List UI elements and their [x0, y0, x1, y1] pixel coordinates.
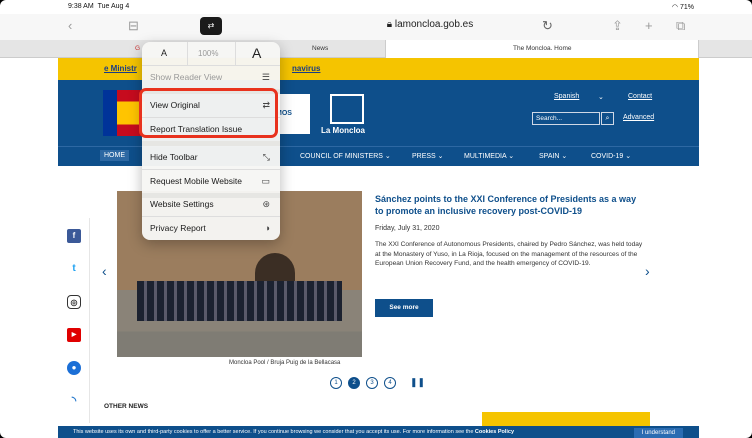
language-select[interactable]: Spanish	[554, 93, 579, 100]
nav-home[interactable]: HOME	[100, 150, 129, 161]
reload-icon[interactable]: ↻	[542, 18, 553, 34]
group-photo-people	[137, 281, 342, 321]
ipad-screen: 9:38 AM Tue Aug 4 ◠ 71% ‹ ⊟ ⇄ 🔒︎ lamoncl…	[0, 0, 752, 438]
contact-link[interactable]: Contact	[628, 93, 652, 100]
lock-icon: 🔒︎	[386, 19, 393, 30]
page-menu-popover: A 100% A Show Reader View ☰ View Origina…	[142, 42, 280, 240]
search-icon[interactable]: ⌕	[601, 112, 614, 125]
wifi-icon: ◠	[671, 4, 679, 11]
understand-button[interactable]: I understand	[633, 428, 683, 438]
nav-council-of-ministers[interactable]: COUNCIL OF MINISTERS ⌄	[300, 152, 391, 160]
facebook-icon[interactable]: f	[67, 229, 81, 243]
decrease-font-button[interactable]: A	[161, 48, 167, 58]
carousel-next-arrow[interactable]: ›	[645, 263, 650, 279]
social-sidebar: f t ◎ ▶ ● ◝	[58, 218, 90, 423]
reader-view-icon: ☰	[261, 72, 270, 82]
site-name[interactable]: La Moncloa	[321, 126, 365, 135]
moncloa-building-icon[interactable]	[330, 94, 364, 124]
rss-icon[interactable]: ◝	[67, 394, 81, 408]
browser-toolbar: ‹ ⊟ ⇄ 🔒︎ lamoncloa.gob.es ↻ ⇪ + ⧉	[0, 14, 752, 40]
cookie-text: This website uses its own and third-part…	[73, 429, 474, 435]
pager-dot-3[interactable]: 3	[366, 377, 378, 389]
bookmarks-icon[interactable]: ⊟	[128, 18, 139, 34]
tab-news[interactable]: News	[312, 40, 328, 58]
nav-spain[interactable]: SPAIN ⌄	[539, 152, 567, 160]
see-more-button[interactable]: See more	[375, 299, 433, 317]
cookie-banner: This website uses its own and third-part…	[58, 426, 699, 438]
instagram-icon[interactable]: ◎	[67, 295, 81, 309]
translation-options-highlight	[139, 88, 278, 138]
news-date: Friday, July 31, 2020	[375, 225, 440, 232]
back-icon[interactable]: ‹	[68, 18, 72, 33]
promo-banner[interactable]	[482, 412, 650, 426]
banner-text-left[interactable]: e Ministr	[104, 58, 137, 80]
flickr-icon[interactable]: ●	[67, 361, 81, 375]
cookies-policy-link[interactable]: Cookies Policy	[475, 429, 514, 435]
tab-bar: G News The Moncloa. Home	[0, 40, 752, 58]
website-settings-item[interactable]: Website Settings ⊛	[142, 193, 280, 216]
pager-dot-1[interactable]: 1	[330, 377, 342, 389]
settings-icon: ⊛	[262, 199, 270, 209]
battery-indicator: ◠ 71%	[671, 4, 694, 11]
photo-caption: Moncloa Pool / Bruja Puig de la Bellacas…	[229, 360, 341, 366]
translate-icon: ⇄	[207, 21, 215, 30]
hide-toolbar-item[interactable]: Hide Toolbar ⤡	[142, 146, 280, 169]
new-tab-icon[interactable]: +	[645, 18, 653, 33]
tab-moncloa-home[interactable]: The Moncloa. Home	[385, 40, 699, 58]
news-headline[interactable]: Sánchez points to the XXI Conference of …	[375, 193, 645, 217]
tabs-overview-icon[interactable]: ⧉	[676, 18, 685, 34]
status-time: 9:38 AM Tue Aug 4	[68, 3, 130, 10]
request-mobile-website-item[interactable]: Request Mobile Website ▭	[142, 170, 280, 193]
show-reader-view-item[interactable]: Show Reader View ☰	[142, 66, 280, 89]
eu-flag	[103, 90, 117, 136]
translate-button[interactable]: ⇄	[200, 17, 222, 35]
twitter-icon[interactable]: t	[67, 262, 81, 276]
font-zoom-level: 100%	[198, 49, 219, 58]
tab-g[interactable]: G	[135, 40, 140, 58]
advanced-search-link[interactable]: Advanced	[623, 114, 654, 121]
news-body: The XXI Conference of Autonomous Preside…	[375, 241, 643, 267]
increase-font-button[interactable]: A	[252, 45, 261, 61]
nav-press[interactable]: PRESS ⌄	[412, 152, 444, 160]
youtube-icon[interactable]: ▶	[67, 328, 81, 342]
carousel-prev-arrow[interactable]: ‹	[102, 263, 107, 279]
share-icon[interactable]: ⇪	[612, 18, 623, 34]
chevron-down-icon[interactable]: ⌄	[598, 93, 604, 101]
font-size-row: A 100% A	[142, 42, 280, 66]
status-bar: 9:38 AM Tue Aug 4 ◠ 71%	[0, 0, 752, 14]
address-bar[interactable]: 🔒︎ lamoncloa.gob.es	[300, 19, 560, 35]
privacy-report-item[interactable]: Privacy Report ◑	[142, 217, 280, 240]
privacy-shield-icon: ◑	[264, 223, 270, 233]
banner-text-right[interactable]: navirus	[292, 58, 320, 80]
pager-dot-4[interactable]: 4	[384, 377, 396, 389]
pause-icon[interactable]: ❚❚	[410, 377, 425, 388]
other-news-heading: OTHER NEWS	[104, 403, 149, 410]
phone-icon: ▭	[261, 176, 270, 186]
resize-arrows-icon: ⤡	[262, 152, 270, 162]
nav-multimedia[interactable]: MULTIMEDIA ⌄	[464, 152, 514, 160]
nav-covid-19[interactable]: COVID-19 ⌄	[591, 152, 631, 160]
search-input[interactable]: Search...	[532, 112, 600, 125]
pager-dot-2[interactable]: 2	[348, 377, 360, 389]
